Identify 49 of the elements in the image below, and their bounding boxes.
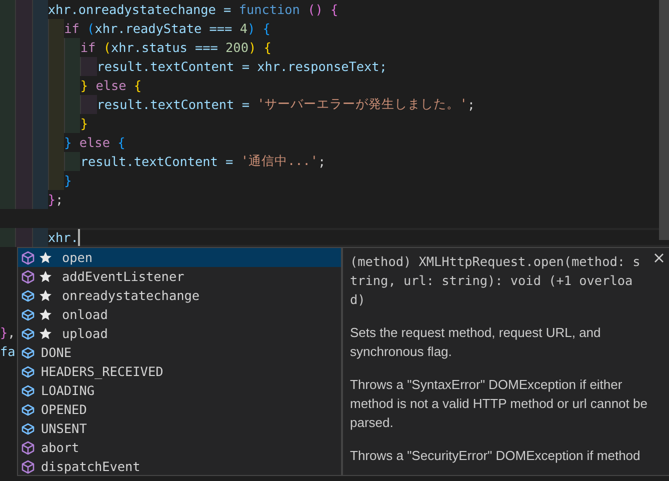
code-line: } else { — [0, 76, 142, 95]
method-signature: (method) XMLHttpRequest.open(method: string, url: string): void (+1 overload) — [350, 253, 642, 309]
code-line: result.textContent = xhr.responseText; — [0, 57, 387, 76]
star-icon — [39, 327, 52, 340]
code-line: } else { — [0, 133, 126, 152]
suggestion-item[interactable]: onload — [18, 305, 341, 324]
code-line: result.textContent = '通信中...'; — [0, 152, 326, 171]
suggestion-item[interactable]: HEADERS_RECEIVED — [18, 362, 341, 381]
suggestion-item[interactable]: open — [18, 248, 341, 267]
code-line: }; — [0, 190, 64, 209]
cube-outline-icon — [21, 422, 35, 436]
code-line: } — [0, 171, 72, 190]
code-line: if (xhr.status === 200) { — [0, 38, 272, 57]
suggestion-item[interactable]: LOADING — [18, 381, 341, 400]
description-text: Throws a "SecurityError" DOMException if method — [350, 447, 642, 465]
cube-outline-icon — [21, 364, 35, 378]
cube-icon — [21, 250, 35, 264]
code-line: }, — [0, 324, 16, 342]
suggestion-item[interactable]: upload — [18, 324, 341, 343]
cube-icon — [21, 460, 35, 474]
code-line: if (xhr.readyState === 4) { — [0, 19, 270, 38]
code-line: result.textContent = 'サーバーエラーが発生しました。'; — [0, 95, 476, 114]
star-icon — [39, 270, 52, 283]
suggestion-item[interactable]: OPENED — [18, 400, 341, 419]
cube-icon — [21, 270, 35, 284]
suggestion-item[interactable]: addEventListener — [18, 267, 341, 286]
description-text: Sets the request method, request URL, and synchronous flag. — [350, 324, 602, 361]
cube-outline-icon — [21, 326, 35, 340]
scrollbar[interactable] — [659, 0, 669, 240]
code-line: xhr. — [0, 228, 80, 247]
code-line: xhr.onreadystatechange = function () { — [0, 0, 338, 19]
cube-icon — [21, 440, 35, 454]
cube-outline-icon — [21, 308, 35, 322]
suggestion-item[interactable]: DONE — [18, 343, 341, 362]
suggestion-item[interactable]: abort — [18, 438, 341, 457]
cube-outline-icon — [21, 346, 35, 360]
suggestion-item[interactable]: UNSENT — [18, 419, 341, 438]
close-icon[interactable] — [654, 253, 664, 263]
star-icon — [39, 251, 52, 264]
description-text: Throws a "SyntaxError" DOMException if either method is not a valid HTTP method or url cannot be parsed. — [350, 376, 648, 432]
star-icon — [39, 289, 52, 302]
cube-outline-icon — [21, 384, 35, 398]
cube-outline-icon — [21, 288, 35, 302]
code-line: fa — [0, 343, 16, 361]
suggestion-item[interactable]: dispatchEvent — [18, 457, 341, 476]
code-line: } — [0, 114, 88, 133]
cube-outline-icon — [21, 402, 35, 416]
star-icon — [39, 308, 52, 321]
suggestion-item[interactable]: onreadystatechange — [18, 286, 341, 305]
